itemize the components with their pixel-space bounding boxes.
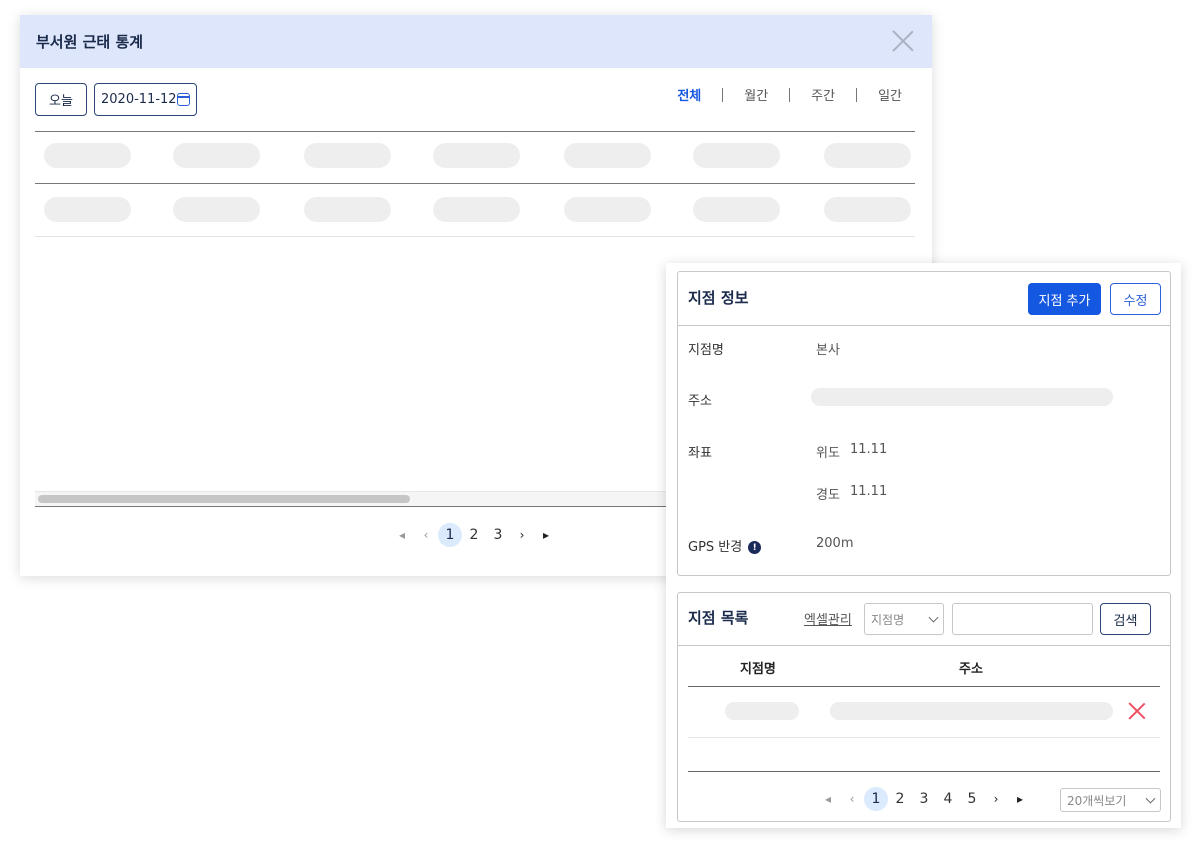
skeleton-cell [564, 197, 651, 222]
skeleton-cell [693, 197, 780, 222]
info-icon[interactable]: ! [748, 541, 762, 554]
skeleton-cell [173, 197, 260, 222]
skeleton-address [811, 388, 1113, 406]
table-header-border [35, 183, 915, 184]
last-page-icon[interactable]: ▸ [1008, 787, 1032, 811]
skeleton-cell [304, 197, 391, 222]
gps-radius-value: 200m [816, 536, 854, 551]
date-picker[interactable]: 2020-11-12 [94, 83, 197, 116]
add-branch-button[interactable]: 지점 추가 [1028, 283, 1101, 315]
search-field-select[interactable]: 지점명 [864, 603, 944, 635]
coordinate-label: 좌표 [688, 446, 712, 461]
skeleton-cell [433, 143, 520, 168]
branch-info-panel: 지점 정보 지점 추가 수정 지점명 본사 주소 좌표 위도 11.11 경도 … [677, 271, 1171, 576]
period-tabs: 전체 월간 주간 일간 [677, 85, 902, 104]
modal-header: 부서원 근태 통계 [20, 15, 932, 68]
skeleton-cell [304, 143, 391, 168]
branch-name-label: 지점명 [688, 343, 724, 358]
pagination: ◂ ‹ 1 2 3 4 5 › ▸ [816, 787, 1032, 811]
chevron-down-icon [1145, 793, 1156, 804]
select-value: 20개씩보기 [1067, 793, 1127, 808]
tab-weekly[interactable]: 주간 [811, 85, 835, 104]
skeleton-cell [824, 143, 911, 168]
longitude-value: 11.11 [850, 484, 888, 499]
page-number[interactable]: 4 [936, 787, 960, 811]
prev-page-icon[interactable]: ‹ [840, 787, 864, 811]
calendar-icon[interactable] [177, 93, 190, 106]
branch-list-panel: 지점 목록 엑셀관리 지점명 검색 지점명 주소 ◂ ‹ 1 2 3 4 5 ›… [677, 592, 1171, 822]
skeleton-cell [44, 143, 131, 168]
page-size-select[interactable]: 20개씩보기 [1060, 788, 1161, 812]
longitude-label: 경도 [816, 488, 840, 503]
table-header-border [688, 686, 1160, 687]
column-header-name: 지점명 [740, 662, 776, 677]
table-top-border [35, 131, 915, 132]
modal-title: 부서원 근태 통계 [36, 33, 144, 51]
panel-divider [678, 325, 1170, 326]
next-page-icon[interactable]: › [510, 523, 534, 547]
chevron-down-icon [928, 612, 939, 623]
column-header-address: 주소 [959, 662, 983, 677]
select-value: 지점명 [871, 612, 905, 627]
page-number[interactable]: 3 [486, 523, 510, 547]
latitude-value: 11.11 [850, 442, 888, 457]
prev-page-icon[interactable]: ‹ [414, 523, 438, 547]
pagination: ◂ ‹ 1 2 3 › ▸ [390, 523, 558, 547]
edit-button[interactable]: 수정 [1110, 283, 1161, 315]
page-number[interactable]: 1 [438, 523, 462, 547]
skeleton-cell [693, 143, 780, 168]
table-bottom-border [688, 771, 1160, 772]
skeleton-cell [173, 143, 260, 168]
search-button[interactable]: 검색 [1100, 603, 1151, 635]
last-page-icon[interactable]: ▸ [534, 523, 558, 547]
tab-monthly[interactable]: 월간 [744, 85, 768, 104]
search-input[interactable] [952, 603, 1093, 635]
row-divider [688, 737, 1160, 738]
panel-divider [678, 645, 1170, 646]
today-button[interactable]: 오늘 [35, 83, 87, 116]
page-number[interactable]: 3 [912, 787, 936, 811]
tab-divider [856, 87, 858, 102]
page-number[interactable]: 1 [864, 787, 888, 811]
skeleton-cell [824, 197, 911, 222]
tab-divider [722, 87, 724, 102]
address-label: 주소 [688, 394, 712, 409]
panel-title: 지점 목록 [688, 609, 749, 627]
next-page-icon[interactable]: › [984, 787, 1008, 811]
tab-all[interactable]: 전체 [677, 85, 701, 104]
skeleton-cell [44, 197, 131, 222]
skeleton-cell [433, 197, 520, 222]
skeleton-cell [725, 702, 799, 720]
gps-radius-label: GPS 반경! [688, 536, 762, 555]
branch-management-modal: 지점 정보 지점 추가 수정 지점명 본사 주소 좌표 위도 11.11 경도 … [666, 263, 1181, 828]
page-number[interactable]: 5 [960, 787, 984, 811]
page-number[interactable]: 2 [888, 787, 912, 811]
row-divider [35, 236, 915, 237]
first-page-icon[interactable]: ◂ [390, 523, 414, 547]
first-page-icon[interactable]: ◂ [816, 787, 840, 811]
tab-daily[interactable]: 일간 [878, 85, 902, 104]
scrollbar-thumb[interactable] [38, 495, 410, 503]
excel-manage-link[interactable]: 엑셀관리 [804, 609, 852, 628]
tab-divider [789, 87, 791, 102]
latitude-label: 위도 [816, 446, 840, 461]
panel-title: 지점 정보 [688, 289, 749, 307]
skeleton-cell [830, 702, 1113, 720]
date-value: 2020-11-12 [101, 92, 177, 107]
page-number[interactable]: 2 [462, 523, 486, 547]
delete-icon[interactable] [1128, 702, 1146, 720]
branch-name-value: 본사 [816, 343, 840, 358]
close-icon[interactable] [892, 30, 914, 52]
gps-radius-text: GPS 반경 [688, 540, 743, 555]
skeleton-cell [564, 143, 651, 168]
